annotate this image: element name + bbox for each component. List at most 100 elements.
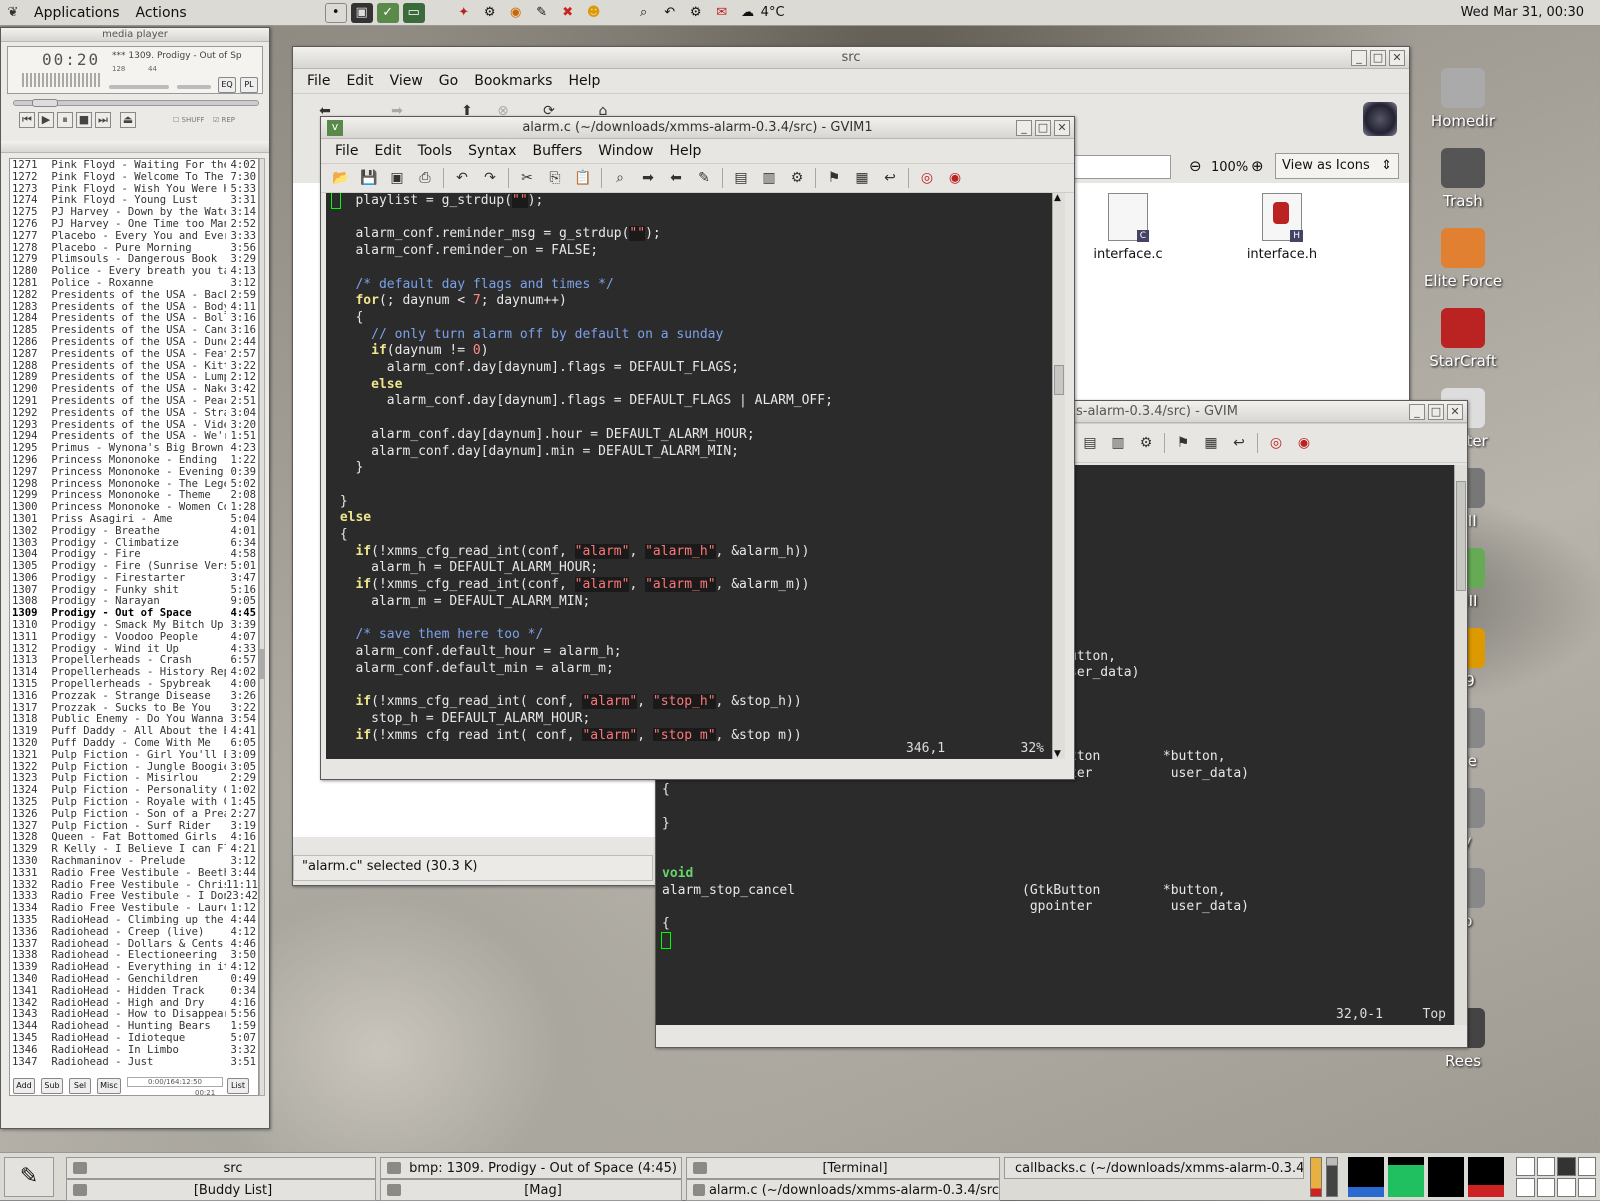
playlist-row[interactable]: 1327 Pulp Fiction - Surf Rider 3:19 (12, 820, 256, 833)
find-replace-icon[interactable]: ⌕ (609, 167, 631, 189)
playlist-row[interactable]: 1274 Pink Floyd - Young Lust 3:31 (12, 195, 256, 207)
playlist-row[interactable]: 1299 Princess Mononoke - Theme 2:08 (12, 490, 256, 502)
playlist-row[interactable]: 1309 Prodigy - Out of Space 4:45 (12, 607, 256, 620)
playlist-row[interactable]: 1288 Presidents of the USA - Kitty 3:22 (12, 360, 256, 373)
playlist-row[interactable]: 1337 Radiohead - Dollars & Cents 4:46 (12, 938, 256, 951)
playlist-row[interactable]: 1301 Priss Asagiri - Ame 5:04 (12, 513, 256, 526)
gnome-foot-icon[interactable]: ❦ (2, 3, 24, 23)
playlist-row[interactable]: 1312 Prodigy - Wind it Up 4:33 (12, 643, 256, 656)
src-menu-file[interactable]: File (299, 73, 338, 89)
panel-clock[interactable]: Wed Mar 31, 00:30 (1461, 5, 1600, 20)
playlist-row[interactable]: 1315 Propellerheads - Spybreak 4:00 (12, 678, 256, 691)
workspace-2[interactable] (1536, 1157, 1555, 1176)
find-next-icon[interactable]: ➡ (637, 167, 659, 189)
mozilla-launcher-icon[interactable]: ◉ (505, 3, 527, 23)
gvim-front-scrollbar[interactable]: ▲ ▼ (1052, 193, 1065, 759)
zoom-in-icon[interactable]: ⊕ (1251, 157, 1264, 175)
undo-tool-icon[interactable]: ↶ (659, 3, 681, 23)
playlist-row[interactable]: 1289 Presidents of the USA - Lump 2:12 (12, 372, 256, 384)
save-session-icon[interactable]: ▥ (1107, 432, 1129, 454)
sel-button[interactable]: Sel (69, 1078, 91, 1094)
playlist-row[interactable]: 1345 RadioHead - Idioteque 5:07 (12, 1032, 256, 1045)
sub-button[interactable]: Sub (41, 1078, 63, 1094)
workspace-4[interactable] (1577, 1157, 1596, 1176)
find-help-icon[interactable]: ◉ (1293, 432, 1315, 454)
open-icon[interactable]: 📂 (330, 167, 352, 189)
misc-button[interactable]: Misc (97, 1078, 121, 1094)
help-icon[interactable]: ◎ (916, 167, 938, 189)
copy-icon[interactable]: ⎘ (544, 167, 566, 189)
src-menu-view[interactable]: View (382, 73, 431, 89)
build-tags-icon[interactable]: ▦ (1200, 432, 1222, 454)
close-icon[interactable]: ✕ (1389, 50, 1405, 66)
find-help-icon[interactable]: ◉ (944, 167, 966, 189)
undo-icon[interactable]: ↶ (451, 167, 473, 189)
playlist-row[interactable]: 1294Presidents of the USA - We're n1:51 (12, 431, 256, 443)
shuffle-toggle[interactable]: ☐ SHUFF (173, 116, 204, 124)
previous-icon[interactable]: ⏮ (19, 112, 35, 128)
taskbar-button[interactable]: callbacks.c (~/downloads/xmms-alarm-0.3.… (1004, 1157, 1304, 1179)
playlist-row[interactable]: 1306 Prodigy - Firestarter 3:47 (12, 572, 256, 585)
playlist-row[interactable]: 1320 Puff Daddy - Come With Me 6:05 (12, 737, 256, 750)
playlist-row[interactable]: 1342 RadioHead - High and Dry 4:16 (12, 997, 256, 1010)
help-icon[interactable]: ◎ (1265, 432, 1287, 454)
run-script-icon[interactable]: ⚙ (1135, 432, 1157, 454)
playlist-row[interactable]: 1336 Radiohead - Creep (live) 4:12 (12, 926, 256, 939)
playlist-row[interactable]: 1283 Presidents of the USA - Body 4:11 (12, 301, 256, 314)
workspace-3[interactable] (1557, 1157, 1576, 1176)
file-icon-interface-c[interactable]: C interface.c (1083, 193, 1173, 262)
network-tool-icon[interactable]: ⚙ (685, 3, 707, 23)
playlist-row[interactable]: 1322 Pulp Fiction - Jungle Boogie 3:05 (12, 761, 256, 774)
playlist-row[interactable]: 1302 Prodigy - Breathe 4:01 (12, 525, 256, 538)
playlist-row[interactable]: 1277 Placebo - Every You and Every M 3:33 (12, 230, 256, 243)
playlist-row[interactable]: 1276 PJ Harvey - One Time too Many 2:52 (12, 218, 256, 231)
gvim-front-editor[interactable]: playlist = g_strdup(""); alarm_conf.remi… (326, 193, 1052, 759)
load-session-icon[interactable]: ▤ (1079, 432, 1101, 454)
zoom-out-icon[interactable]: ⊖ (1189, 157, 1202, 175)
playlist-row[interactable]: 1344 Radiohead - Hunting Bears 1:59 (12, 1020, 256, 1033)
next-icon[interactable]: ⏭ (95, 112, 111, 128)
playlist-row[interactable]: 1290Presidents of the USA - Naked A3:42 (12, 383, 256, 396)
playlist-row[interactable]: 1317 Prozzak - Sucks to Be You 3:22 (12, 702, 256, 715)
print-icon[interactable]: ⎙ (414, 167, 436, 189)
taskbar-button[interactable]: bmp: 1309. Prodigy - Out of Space (4:45) (380, 1157, 682, 1179)
workspace-switcher[interactable] (1516, 1157, 1596, 1197)
taskbar-button[interactable]: [Mag] (380, 1179, 682, 1201)
playlist-row[interactable]: 1287 Presidents of the USA - Feather 2:57 (12, 348, 256, 361)
add-button[interactable]: Add (13, 1078, 35, 1094)
playlist-row[interactable]: 1323 Pulp Fiction - Misirlou 2:29 (12, 773, 256, 785)
playlist-row[interactable]: 1278 Placebo - Pure Morning 3:56 (12, 242, 256, 255)
playlist-row[interactable]: 1275 PJ Harvey - Down by the Water 3:14 (12, 206, 256, 219)
jump-tag-icon[interactable]: ↩ (1228, 432, 1250, 454)
playlist-titlebar[interactable] (1, 141, 269, 153)
playlist-row[interactable]: 1296 Princess Mononoke - Ending 1:22 (12, 454, 256, 467)
seek-bar[interactable] (13, 99, 259, 107)
window-list-icon[interactable]: • (324, 2, 347, 23)
playlist-row[interactable]: 1341 RadioHead - Hidden Track 0:34 (12, 985, 256, 998)
pl-button[interactable]: PL (240, 77, 258, 93)
playlist-row[interactable]: 1297 Princess Mononoke - Evening at 0:39 (12, 466, 256, 479)
playlist-row[interactable]: 1298 Princess Mononoke - The Legen 5:02 (12, 478, 256, 491)
playlist-row[interactable]: 1280 Police - Every breath you take 4:13 (12, 265, 256, 278)
playlist-row[interactable]: 1346 RadioHead - In Limbo 3:32 (12, 1044, 256, 1057)
seek-handle[interactable] (32, 99, 58, 107)
minimize-icon[interactable]: _ (1409, 404, 1425, 420)
stop-icon[interactable]: ■ (76, 112, 92, 128)
make-icon[interactable]: ⚑ (1172, 432, 1194, 454)
playlist-row[interactable]: 1291 Presidents of the USA - Peache 2:51 (12, 395, 256, 408)
playlist-scroll-thumb[interactable] (260, 649, 264, 679)
gimp-launcher-icon[interactable]: ✦ (453, 3, 475, 23)
src-titlebar[interactable]: src _ □ ✕ (293, 47, 1409, 69)
eject-icon[interactable]: ⏏ (120, 112, 136, 128)
playlist-row[interactable]: 1338 Radiohead - Electioneering 3:50 (12, 950, 256, 962)
jump-tag-icon[interactable]: ↩ (879, 167, 901, 189)
file-icon-interface-h[interactable]: H interface.h (1237, 193, 1327, 262)
find-prev-icon[interactable]: ⬅ (665, 167, 687, 189)
monitor-launcher-icon[interactable]: ▭ (402, 2, 425, 23)
playlist-row[interactable]: 1314Propellerheads - History Repeat4:02 (12, 666, 256, 679)
gvim-menu-edit[interactable]: Edit (366, 143, 409, 159)
minimize-icon[interactable]: _ (1351, 50, 1367, 66)
playlist-row[interactable]: 1347 Radiohead - Just 3:51 (12, 1056, 256, 1069)
editor-launcher-icon[interactable]: ✎ (531, 3, 553, 23)
gvim-back-scrollbar[interactable] (1454, 465, 1467, 1025)
